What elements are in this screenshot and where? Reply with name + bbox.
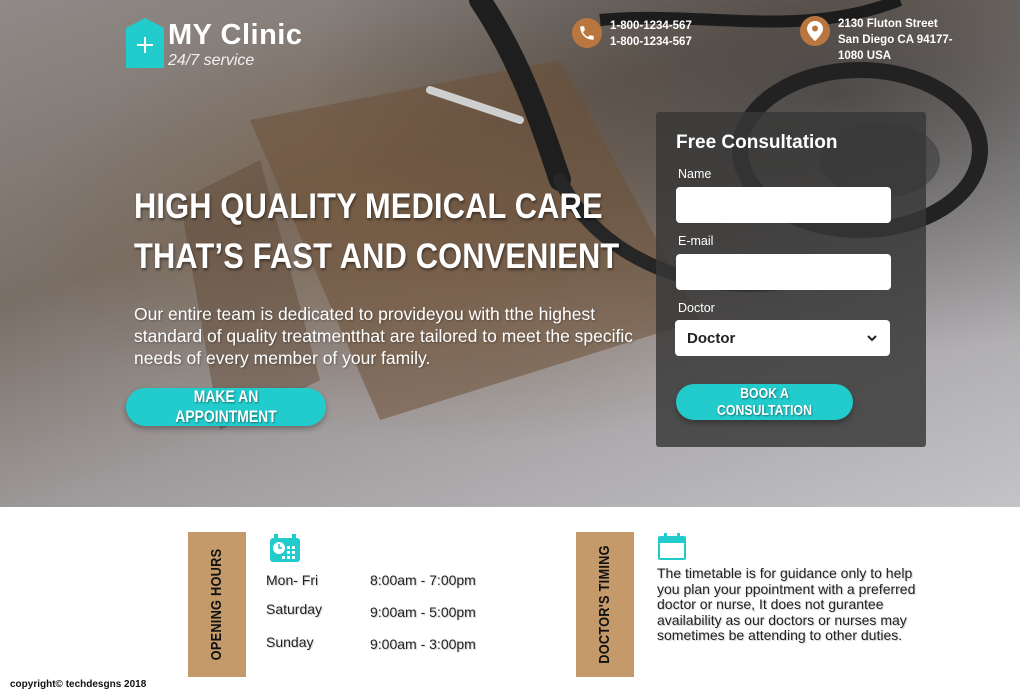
clock-calendar-icon [270,534,300,562]
address-line-3: 1080 USA [838,50,892,62]
make-appointment-button[interactable]: MAKE AN APPOINTMENT [126,387,326,426]
make-appointment-label: MAKE AN APPOINTMENT [175,387,277,426]
doctor-label: Doctor [678,301,715,315]
address-line-1: 2130 Fluton Street [838,18,938,30]
form-title: Free Consultation [676,132,838,153]
clinic-logo[interactable]: MY Clinic 24/7 service [126,18,303,70]
chevron-down-icon [867,335,877,342]
doctors-timing-tab: DOCTOR'S TIMING [576,532,634,677]
hours-day: Saturday [266,601,323,617]
hours-time: 9:00am - 5:00pm [370,604,476,620]
medical-cross-icon [126,18,164,68]
hours-time: 9:00am - 3:00pm [370,636,476,652]
hero-description: Our entire team is dedicated to providey… [134,304,634,368]
book-consultation-label: BOOK A CONSULTATION [717,385,812,419]
hero-section: MY Clinic 24/7 service 1-800-1234-567 1-… [0,0,1020,507]
opening-hours-tab: OPENING HOURS [188,532,246,677]
name-label: Name [678,167,712,181]
doctor-select[interactable]: Doctor [675,320,890,356]
email-label: E-mail [678,234,714,248]
clinic-name: MY Clinic [168,19,303,51]
phone-icon [572,18,602,48]
phone-number-1[interactable]: 1-800-1234-567 [610,18,692,34]
hours-day: Mon- Fri [266,572,319,588]
calendar-icon [658,533,686,560]
doctors-timing-title: DOCTOR'S TIMING [596,545,614,664]
book-consultation-button[interactable]: BOOK A CONSULTATION [676,384,853,420]
phone-number-2[interactable]: 1-800-1234-567 [610,34,692,50]
opening-hours-title: OPENING HOURS [208,548,226,661]
headline-line-1: HIGH QUALITY MEDICAL CARE [134,187,603,226]
consultation-form: Free Consultation Name E-mail Doctor Doc… [656,112,926,447]
phone-contact[interactable]: 1-800-1234-567 1-800-1234-567 [572,18,692,50]
hours-day: Sunday [266,634,314,650]
location-pin-icon [800,16,830,46]
clinic-tagline: 24/7 service [168,52,255,69]
address-line-2: San Diego CA 94177- [838,34,953,46]
doctors-timing-text: The timetable is for guidance only to he… [657,565,916,643]
email-input[interactable] [676,254,891,290]
hero-headline: HIGH QUALITY MEDICAL CARE THAT’S FAST AN… [134,182,619,282]
hours-time: 8:00am - 7:00pm [370,572,476,588]
address-contact: 2130 Fluton Street San Diego CA 94177- 1… [800,16,990,64]
doctor-select-value: Doctor [687,329,736,347]
name-input[interactable] [676,187,891,223]
copyright-text: copyright© techdesgns 2018 [10,679,147,690]
headline-line-2: THAT’S FAST AND CONVENIENT [134,237,620,276]
